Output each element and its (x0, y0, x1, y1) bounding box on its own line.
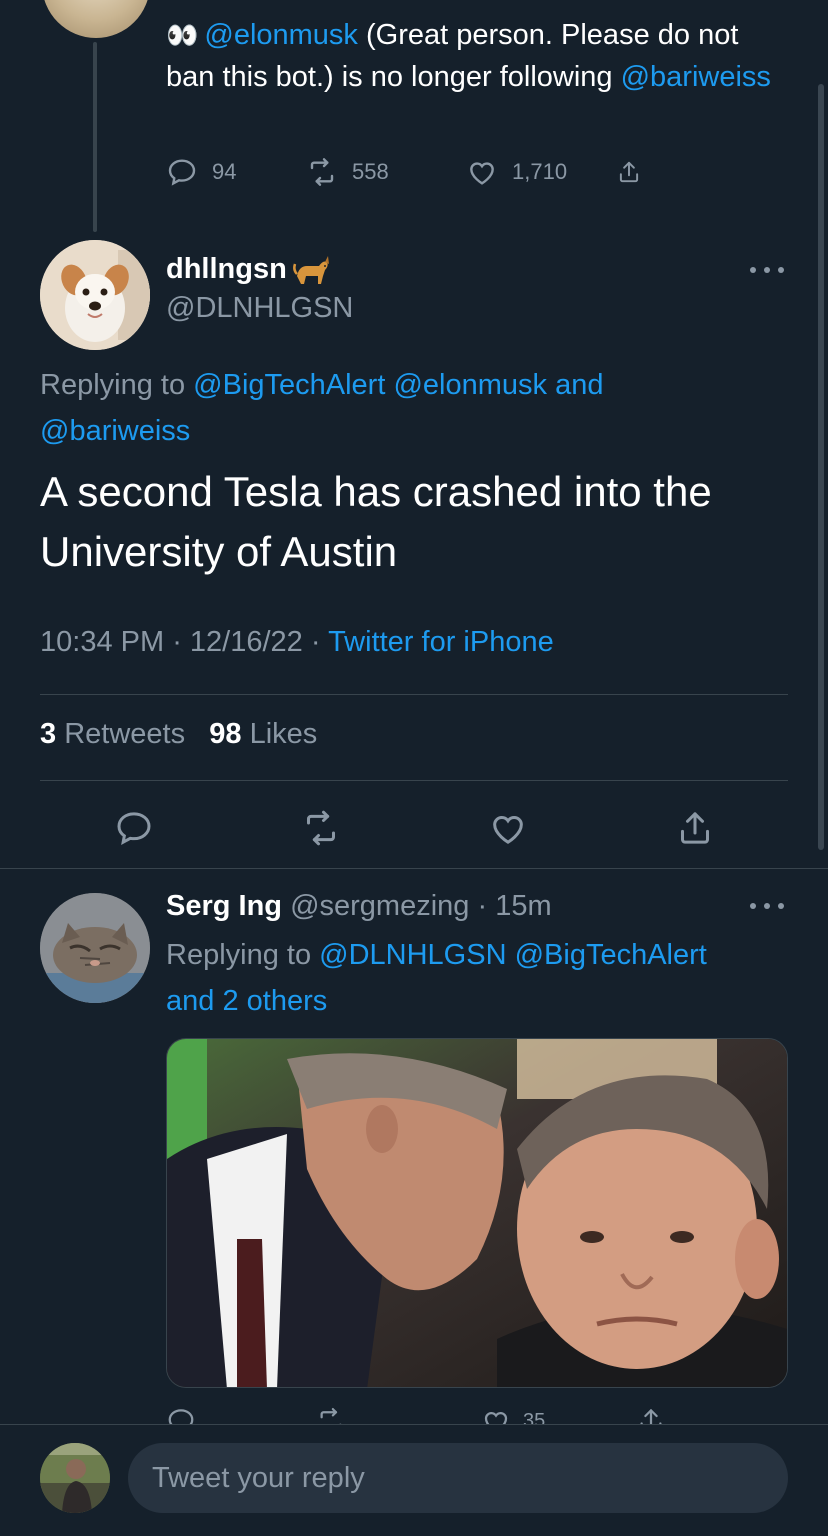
main-tweet-author[interactable]: dhllngsn @DLNHLGSN (166, 252, 353, 325)
meta-separator: · (164, 626, 190, 658)
author-handle: @DLNHLGSN (166, 292, 354, 324)
like-count: 1,710 (512, 159, 568, 184)
retweet-icon[interactable] (301, 808, 341, 848)
retweet-count: 558 (352, 159, 389, 184)
meta-separator: · (302, 626, 329, 658)
reply-count: 94 (212, 159, 237, 184)
tweet-date: 12/16/22 (189, 626, 303, 658)
others-link[interactable]: and 2 others (166, 985, 327, 1017)
likes-label: Likes (241, 718, 318, 750)
heart-icon (470, 162, 494, 185)
more-options-button[interactable] (750, 258, 784, 282)
parent-tweet-avatar[interactable] (42, 0, 150, 38)
reply-replying-to-line: Replying to @DLNHLGSN @BigTechAlert and 2… (166, 932, 766, 1024)
mention-link[interactable]: @bariweiss (621, 61, 771, 93)
mention-link[interactable]: @BigTechAlert (515, 939, 707, 971)
dog-emoji-icon (292, 256, 329, 284)
more-dot (764, 903, 770, 909)
tweet-time: 10:34 PM (40, 626, 165, 658)
mention-link[interactable]: @elonmusk (204, 19, 358, 51)
parent-tweet-text: 👀 @elonmusk (Great person. Please do not … (166, 14, 786, 98)
speech-bubble-icon[interactable] (114, 808, 154, 848)
reply-time: · 15m (469, 890, 552, 922)
reply-more-options-button[interactable] (750, 903, 784, 913)
scrollbar[interactable] (818, 84, 824, 850)
reply-author-name: Serg Ing (166, 890, 283, 922)
tweet-thread-screen: 👀 @elonmusk (Great person. Please do not … (0, 0, 828, 1536)
mention-link[interactable]: @BigTechAlert (193, 369, 385, 401)
eyes-emoji: 👀 (166, 20, 198, 50)
share-icon[interactable] (675, 808, 715, 848)
more-dot (778, 903, 784, 909)
retweets-stat[interactable]: 3 Retweets (40, 718, 185, 750)
like-button[interactable]: 1,710 (466, 156, 616, 188)
reply-input[interactable] (128, 1443, 788, 1513)
share-icon (619, 161, 639, 183)
tweet-meta: 10:34 PM · 12/16/22 · Twitter for iPhone (40, 626, 554, 659)
reply-tweet-avatar[interactable] (40, 893, 150, 1003)
share-button[interactable] (616, 156, 656, 188)
more-dot (778, 267, 784, 273)
more-dots-icon (750, 903, 756, 909)
thread-line (93, 42, 97, 232)
reply-button[interactable]: 94 (166, 156, 306, 188)
likes-stat[interactable]: 98 Likes (209, 718, 317, 750)
replying-and[interactable]: and (547, 369, 603, 401)
author-display-name-row: dhllngsn (166, 252, 353, 286)
main-tweet-avatar[interactable] (40, 240, 150, 350)
replying-prefix: Replying to (166, 939, 320, 971)
compose-reply-bar (0, 1424, 828, 1536)
heart-icon[interactable] (488, 808, 528, 848)
reply-media-image[interactable] (166, 1038, 788, 1388)
photo-two-men-whisper (167, 1039, 787, 1387)
replying-to-line: Replying to @BigTechAlert @elonmusk and @… (40, 362, 800, 454)
divider (40, 780, 788, 781)
retweet-icon (310, 158, 334, 186)
main-tweet-actions (40, 805, 788, 851)
retweet-button[interactable]: 558 (306, 156, 466, 188)
tweet-source-link[interactable]: Twitter for iPhone (328, 626, 554, 658)
tweet-stats: 3 Retweets 98 Likes (40, 718, 317, 751)
current-user-avatar[interactable] (40, 1443, 110, 1513)
retweets-label: Retweets (56, 718, 186, 750)
likes-count: 98 (209, 718, 242, 750)
section-divider (0, 868, 828, 869)
reply-tweet-header[interactable]: Serg Ing @sergmezing · 15m (166, 890, 552, 923)
mention-link[interactable]: @DLNHLGSN (319, 939, 506, 971)
mention-link[interactable]: @bariweiss (40, 415, 190, 447)
retweets-count: 3 (40, 718, 57, 750)
parent-tweet-actions: 94 558 1,710 (166, 150, 706, 194)
author-display-name: dhllngsn (166, 252, 287, 285)
main-tweet-text: A second Tesla has crashed into the Univ… (40, 468, 712, 575)
reply-author-handle: @sergmezing (290, 890, 470, 922)
more-dot (764, 267, 770, 273)
speech-bubble-icon (168, 159, 196, 186)
mention-link[interactable]: @elonmusk (393, 369, 547, 401)
more-dots-icon (750, 267, 756, 273)
divider (40, 694, 788, 695)
replying-prefix: Replying to (40, 369, 194, 401)
dog-avatar-image (40, 240, 150, 350)
user-avatar-image (40, 1443, 110, 1513)
cat-avatar-image (40, 893, 150, 1003)
